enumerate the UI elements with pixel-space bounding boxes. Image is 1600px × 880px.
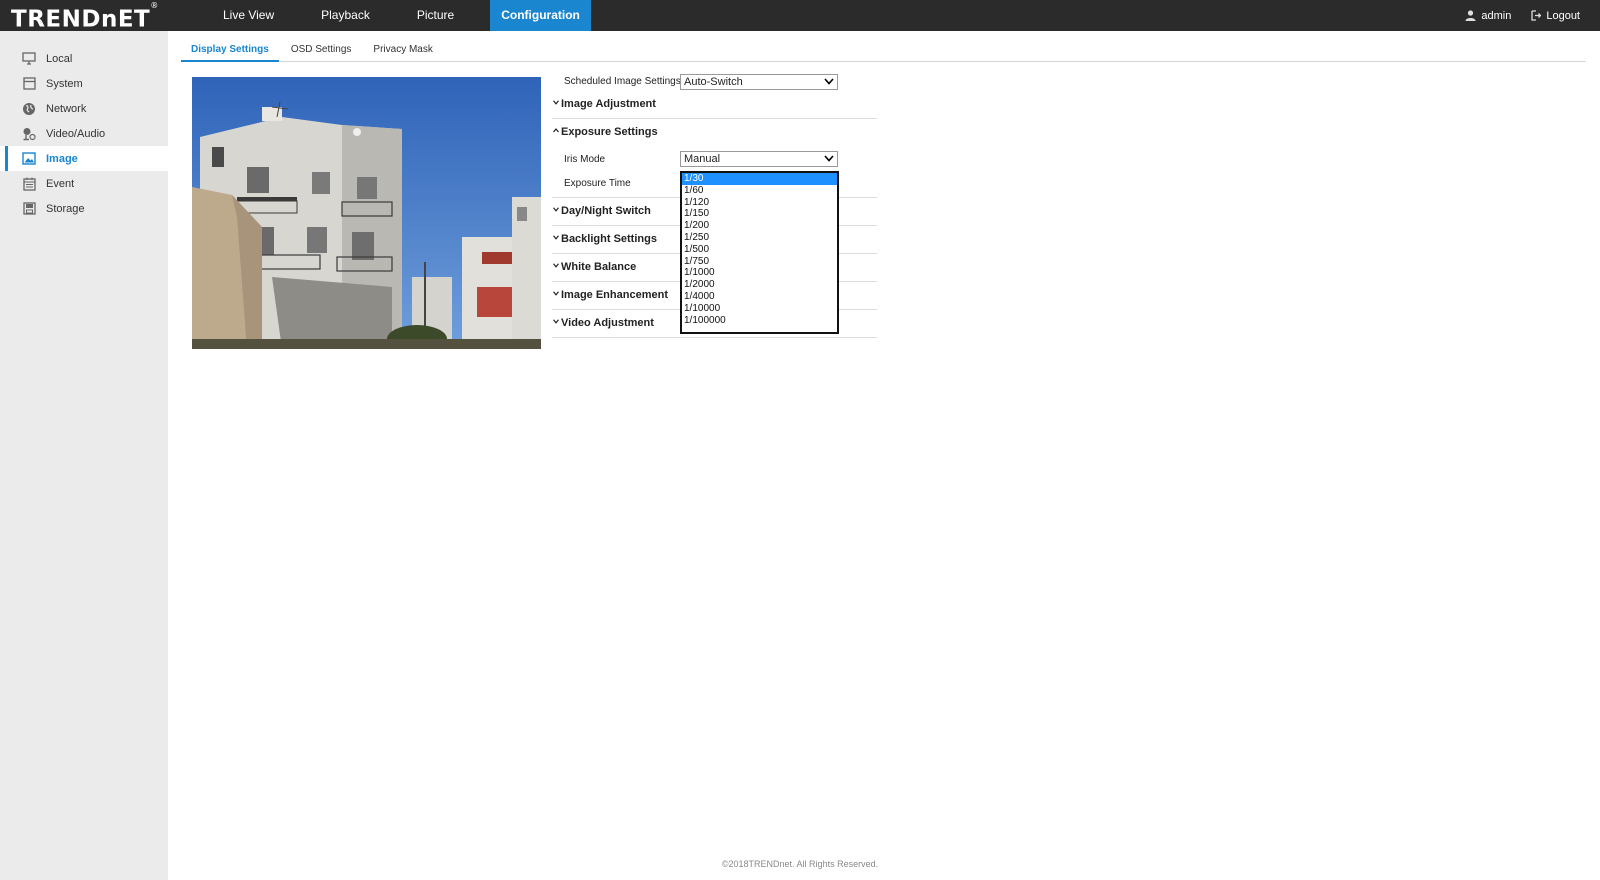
sidebar: Local System Network Video/Audio Image E… [0, 31, 168, 880]
sidebar-item-system[interactable]: System [0, 71, 168, 96]
sidebar-item-event[interactable]: Event [0, 171, 168, 196]
select-value: Manual [684, 153, 721, 165]
copyright-footer: ©2018TRENDnet. All Rights Reserved. [721, 859, 879, 869]
main-nav: Live View Playback Picture Configuration [212, 0, 591, 31]
logo-text: TRENDnET [11, 6, 151, 33]
sidebar-item-label: Image [46, 152, 78, 165]
exposure-option[interactable]: 1/750 [682, 256, 837, 268]
exposure-time-dropdown[interactable]: 1/30 1/60 1/120 1/150 1/200 1/250 1/500 … [680, 171, 839, 334]
exposure-option[interactable]: 1/200 [682, 220, 837, 232]
nav-picture[interactable]: Picture [406, 0, 465, 31]
trendnet-logo[interactable]: TRENDnET® [11, 1, 159, 33]
chevron-down-icon [553, 235, 559, 240]
exposure-option[interactable]: 1/30 [682, 173, 837, 185]
exposure-option[interactable]: 1/10000 [682, 303, 837, 315]
section-title: Day/Night Switch [561, 205, 651, 217]
username: admin [1481, 9, 1512, 22]
chevron-down-icon [553, 319, 559, 324]
camera-preview-image [192, 77, 541, 349]
user-area: admin Logout [1445, 0, 1580, 31]
section-title: Image Enhancement [561, 289, 668, 301]
section-exposure-settings[interactable]: Exposure Settings [552, 119, 877, 147]
tab-privacy-mask[interactable]: Privacy Mask [363, 40, 442, 62]
exposure-option[interactable]: 1/2000 [682, 279, 837, 291]
exposure-option[interactable]: 1/1000 [682, 267, 837, 279]
select-value: Auto-Switch [684, 76, 743, 88]
section-image-adjustment[interactable]: Image Adjustment [552, 91, 877, 119]
chevron-down-icon [553, 263, 559, 268]
scheduled-image-settings-label: Scheduled Image Settings [564, 76, 681, 87]
logout-icon [1531, 10, 1542, 21]
tab-display-settings[interactable]: Display Settings [181, 40, 279, 62]
logo-registered-mark: ® [150, 1, 159, 10]
microphone-icon [22, 127, 36, 141]
top-bar: TRENDnET® Live View Playback Picture Con… [0, 0, 1600, 33]
image-icon [22, 152, 36, 166]
nav-playback[interactable]: Playback [310, 0, 381, 31]
chevron-down-icon [553, 100, 559, 105]
iris-mode-select[interactable]: Manual [680, 151, 838, 167]
sidebar-item-label: Network [46, 102, 87, 115]
exposure-option[interactable]: 1/120 [682, 197, 837, 209]
tab-osd-settings[interactable]: OSD Settings [281, 40, 362, 62]
chevron-down-icon [553, 207, 559, 212]
section-title: Image Adjustment [561, 98, 656, 110]
exposure-option[interactable]: 1/4000 [682, 291, 837, 303]
exposure-option[interactable]: 1/500 [682, 244, 837, 256]
section-title: Video Adjustment [561, 317, 654, 329]
scheduled-image-settings-select[interactable]: Auto-Switch [680, 74, 838, 90]
camera-preview[interactable] [192, 77, 541, 349]
sidebar-item-storage[interactable]: Storage [0, 196, 168, 221]
chevron-up-icon [553, 128, 559, 133]
exposure-option[interactable]: 1/100000 [682, 315, 837, 327]
system-icon [22, 77, 36, 91]
sidebar-item-local[interactable]: Local [0, 46, 168, 71]
chevron-down-icon [824, 155, 834, 162]
chevron-down-icon [553, 291, 559, 296]
nav-live-view[interactable]: Live View [212, 0, 285, 31]
section-title: Backlight Settings [561, 233, 657, 245]
logout-label: Logout [1546, 9, 1580, 22]
sidebar-item-label: Event [46, 177, 75, 190]
sidebar-item-label: System [46, 77, 83, 90]
calendar-icon [22, 177, 36, 191]
sidebar-item-video-audio[interactable]: Video/Audio [0, 121, 168, 146]
nav-configuration[interactable]: Configuration [490, 0, 591, 31]
globe-icon [22, 102, 36, 116]
exposure-option[interactable]: 1/150 [682, 208, 837, 220]
sidebar-item-label: Storage [46, 202, 85, 215]
monitor-icon [22, 52, 36, 66]
iris-mode-row: Iris Mode Manual [552, 149, 1047, 167]
section-title: Exposure Settings [561, 126, 658, 138]
sidebar-item-network[interactable]: Network [0, 96, 168, 121]
exposure-time-label: Exposure Time [564, 178, 631, 189]
content-area: Display Settings OSD Settings Privacy Ma… [168, 31, 1600, 880]
chevron-down-icon [824, 78, 834, 85]
exposure-option[interactable]: 1/250 [682, 232, 837, 244]
settings-tabs: Display Settings OSD Settings Privacy Ma… [181, 40, 1586, 62]
user-icon [1465, 10, 1476, 21]
sidebar-item-label: Video/Audio [46, 127, 106, 140]
sidebar-item-image[interactable]: Image [0, 146, 168, 171]
exposure-option[interactable]: 1/60 [682, 185, 837, 197]
user-menu[interactable]: admin [1465, 10, 1511, 22]
scheduled-image-settings-row: Scheduled Image Settings Auto-Switch [552, 73, 1047, 91]
iris-mode-label: Iris Mode [564, 154, 606, 165]
sidebar-item-label: Local [46, 52, 73, 65]
logout-button[interactable]: Logout [1531, 10, 1580, 22]
storage-icon [22, 202, 36, 216]
section-title: White Balance [561, 261, 637, 273]
